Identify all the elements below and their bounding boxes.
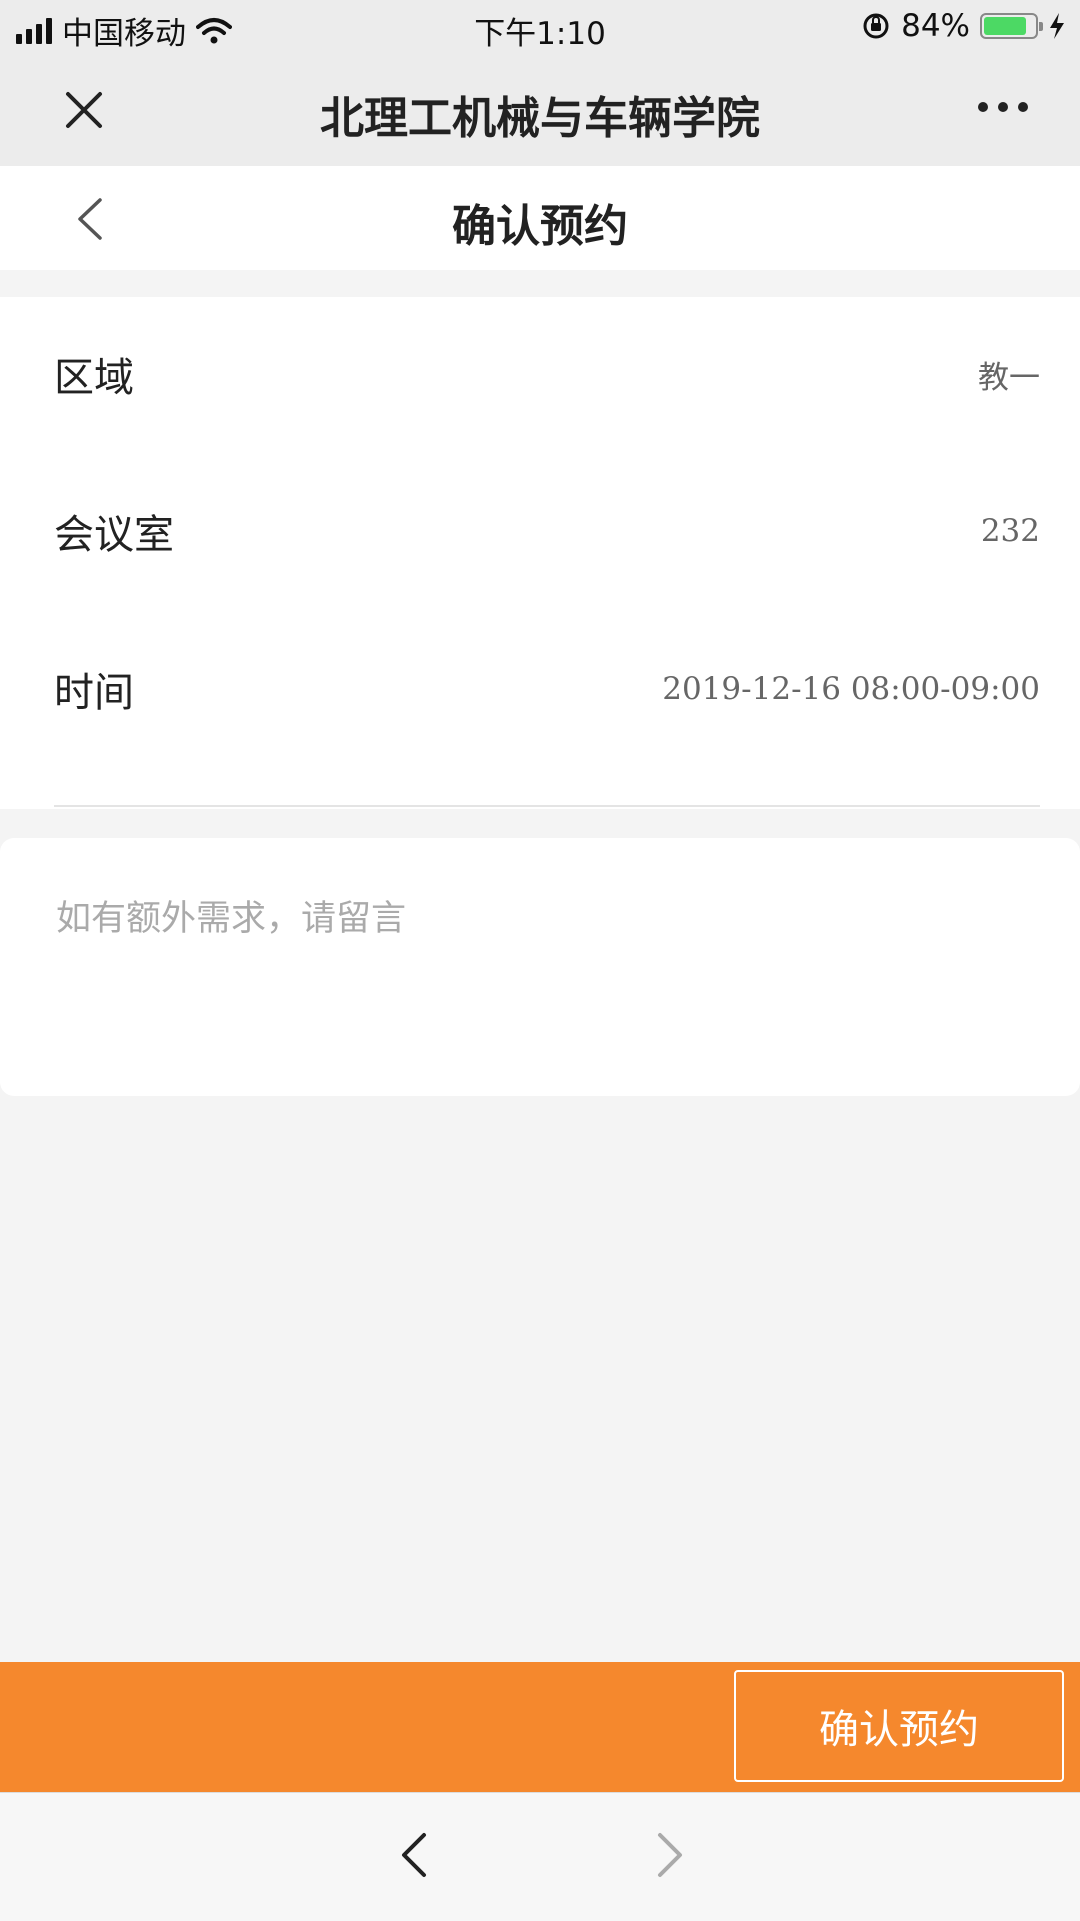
booking-info-card: 区域 教一 会议室 232 时间 2019-12-16 08:00-09:00 <box>0 297 1080 809</box>
info-row-room: 会议室 232 <box>54 491 1040 571</box>
room-value: 232 <box>980 513 1040 549</box>
charging-icon <box>1050 13 1064 39</box>
info-row-time: 时间 2019-12-16 08:00-09:00 <box>54 649 1040 729</box>
page-header: 确认预约 <box>0 166 1080 270</box>
nav-bar: 北理工机械与车辆学院 <box>0 54 1080 166</box>
confirm-booking-button[interactable]: 确认预约 <box>734 1670 1064 1782</box>
area-value: 教一 <box>978 359 1040 396</box>
chevron-left-icon[interactable] <box>392 1825 436 1885</box>
time-label: 时间 <box>54 670 134 716</box>
chevron-right-icon[interactable] <box>648 1825 692 1885</box>
area-label: 区域 <box>54 355 134 401</box>
battery-percent: 84% <box>901 8 970 44</box>
note-input[interactable] <box>56 890 1016 1050</box>
battery-icon <box>980 13 1043 39</box>
status-bar: 中国移动 下午1:10 84% <box>0 0 1080 54</box>
page-title: 确认预约 <box>452 201 628 252</box>
more-icon[interactable] <box>978 102 1028 112</box>
room-label: 会议室 <box>54 512 174 558</box>
info-row-area: 区域 教一 <box>54 334 1040 414</box>
time-value: 2019-12-16 08:00-09:00 <box>662 671 1040 707</box>
battery-fill <box>984 17 1026 35</box>
nav-title: 北理工机械与车辆学院 <box>320 93 760 144</box>
status-right: 84% <box>861 8 1066 44</box>
orientation-lock-icon <box>863 13 889 39</box>
browser-toolbar <box>0 1792 1080 1921</box>
note-card <box>0 838 1080 1096</box>
divider <box>54 805 1040 807</box>
action-bar: 确认预约 <box>0 1662 1080 1792</box>
